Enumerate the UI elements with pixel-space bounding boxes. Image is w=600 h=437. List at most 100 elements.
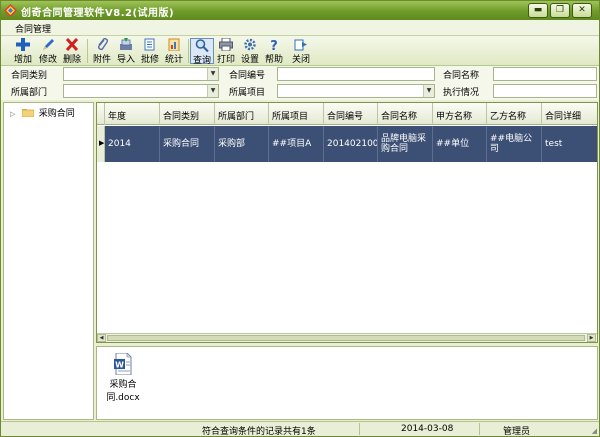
contract-no-input[interactable] — [277, 67, 435, 81]
import-label: 导入 — [116, 55, 135, 65]
restore-button[interactable]: ❐ — [550, 3, 570, 18]
status-date: 2014-03-08 — [401, 424, 454, 434]
horizontal-scrollbar[interactable]: ◀ ▶ — [97, 333, 597, 342]
minimize-button[interactable]: ▬ — [528, 3, 548, 18]
statistics-icon — [168, 38, 180, 51]
print-button[interactable]: 打印 — [214, 38, 238, 65]
settings-button[interactable]: 设置 — [238, 38, 262, 65]
title-bar: 创奇合同管理软件V8.2(试用版) ▬ ❐ ✕ — [1, 1, 599, 20]
cell-contract-type[interactable]: 采购合同 — [160, 126, 215, 162]
batch-edit-button[interactable]: 批修 — [138, 38, 162, 65]
chevron-down-icon[interactable]: ▼ — [423, 85, 434, 97]
column-header-contract-no[interactable]: 合同编号 — [324, 103, 378, 125]
category-tree: ▷ 采购合同 — [3, 102, 94, 420]
close-window-button[interactable]: 关闭 — [289, 38, 313, 65]
contract-type-select[interactable]: ▼ — [63, 67, 219, 81]
cell-contract-detail[interactable]: test — [542, 126, 597, 162]
delete-icon — [65, 38, 79, 51]
paperclip-icon — [97, 38, 109, 51]
attachment-label: 附件 — [92, 55, 111, 65]
menu-bar: 合同管理 — [1, 20, 599, 36]
delete-button[interactable]: 删除 — [60, 38, 84, 65]
project-select[interactable]: ▼ — [277, 84, 435, 98]
delete-label: 删除 — [62, 55, 81, 65]
word-document-icon: W — [114, 353, 132, 375]
batch-edit-icon — [144, 38, 155, 51]
print-icon — [219, 38, 233, 51]
add-button[interactable]: 增加 — [11, 38, 35, 65]
search-button[interactable]: 查询 — [190, 38, 214, 66]
import-button[interactable]: 导入 — [114, 38, 138, 65]
contract-grid: 年度 合同类别 所属部门 所属项目 合同编号 合同名称 甲方名称 乙方名称 合同… — [96, 102, 598, 343]
column-header-party-a[interactable]: 甲方名称 — [433, 103, 487, 125]
edit-button[interactable]: 修改 — [36, 38, 60, 65]
execution-input[interactable] — [493, 84, 597, 98]
contract-no-label: 合同编号 — [229, 71, 266, 81]
contract-name-input[interactable] — [493, 67, 597, 81]
cell-party-a[interactable]: ##单位 — [433, 126, 487, 162]
cell-contract-no[interactable]: 201402100 — [324, 126, 378, 162]
column-header-party-b[interactable]: 乙方名称 — [487, 103, 542, 125]
status-bar: 符合查询条件的记录共有1条 2014-03-08 管理员 ◢ — [1, 421, 599, 437]
column-header-department[interactable]: 所属部门 — [215, 103, 269, 125]
cell-year[interactable]: 2014 — [105, 126, 160, 162]
scrollbar-thumb[interactable] — [107, 335, 585, 341]
attachment-file[interactable]: W 采购合同.docx — [101, 353, 145, 403]
import-icon — [120, 38, 132, 50]
help-icon: ? — [270, 39, 278, 51]
toolbar-separator — [188, 39, 189, 63]
attachment-panel: W 采购合同.docx — [96, 346, 598, 420]
tree-node-purchase-contract[interactable]: ▷ 采购合同 — [10, 106, 75, 119]
settings-icon — [244, 38, 256, 51]
close-window-label: 关闭 — [291, 55, 310, 65]
column-header-year[interactable]: 年度 — [105, 103, 160, 125]
main-window: 创奇合同管理软件V8.2(试用版) ▬ ❐ ✕ 合同管理 增加 修改 删除 附件… — [0, 0, 600, 437]
column-header-contract-name[interactable]: 合同名称 — [378, 103, 433, 125]
filter-panel: 合同类别 ▼ 合同编号 合同名称 所属部门 ▼ 所属项目 ▼ 执行情况 — [1, 66, 599, 100]
add-label: 增加 — [13, 55, 32, 65]
cell-contract-name[interactable]: 品牌电脑采购合同 — [378, 126, 433, 162]
attachment-file-name: 采购合同.docx — [106, 380, 140, 403]
row-indicator-header — [97, 103, 105, 125]
department-label: 所属部门 — [11, 88, 48, 98]
folder-icon — [21, 109, 34, 117]
column-header-contract-detail[interactable]: 合同详细 — [542, 103, 597, 125]
cell-department[interactable]: 采购部 — [215, 126, 269, 162]
contract-name-label: 合同名称 — [443, 71, 480, 81]
svg-text:W: W — [115, 361, 124, 370]
department-select[interactable]: ▼ — [63, 84, 219, 98]
toolbar-separator — [87, 39, 88, 63]
statistics-label: 统计 — [164, 55, 183, 65]
close-button[interactable]: ✕ — [572, 3, 592, 18]
cell-party-b[interactable]: ##电脑公司 — [487, 126, 542, 162]
table-row[interactable]: ▶ 2014 采购合同 采购部 ##项目A 201402100 品牌电脑采购合同… — [97, 126, 597, 162]
help-label: 帮助 — [264, 55, 283, 65]
scroll-left-icon[interactable]: ◀ — [97, 334, 106, 342]
svg-text:?: ? — [270, 39, 278, 51]
chevron-down-icon[interactable]: ▼ — [207, 68, 218, 80]
menu-contract-management[interactable]: 合同管理 — [15, 22, 51, 35]
status-separator — [479, 423, 480, 435]
status-separator — [359, 423, 360, 435]
edit-label: 修改 — [38, 55, 57, 65]
expand-arrow-icon[interactable]: ▷ — [10, 110, 19, 118]
chevron-down-icon[interactable]: ▼ — [207, 85, 218, 97]
close-window-icon — [294, 39, 307, 51]
project-label: 所属项目 — [229, 88, 266, 98]
scroll-right-icon[interactable]: ▶ — [587, 334, 596, 342]
statistics-button[interactable]: 统计 — [162, 38, 186, 65]
attachment-button[interactable]: 附件 — [90, 38, 114, 65]
contract-type-label: 合同类别 — [11, 71, 48, 81]
resize-grip-icon[interactable]: ◢ — [592, 427, 597, 435]
column-header-project[interactable]: 所属项目 — [269, 103, 324, 125]
cell-project[interactable]: ##项目A — [269, 126, 324, 162]
tree-node-label: 采购合同 — [38, 109, 75, 119]
help-button[interactable]: ? 帮助 — [262, 38, 286, 65]
print-label: 打印 — [216, 55, 235, 65]
row-pointer-icon: ▶ — [99, 139, 105, 147]
status-user: 管理员 — [503, 427, 531, 437]
column-header-contract-type[interactable]: 合同类别 — [160, 103, 215, 125]
app-logo-icon — [4, 4, 17, 17]
add-icon — [16, 38, 30, 51]
search-label: 查询 — [192, 56, 211, 66]
